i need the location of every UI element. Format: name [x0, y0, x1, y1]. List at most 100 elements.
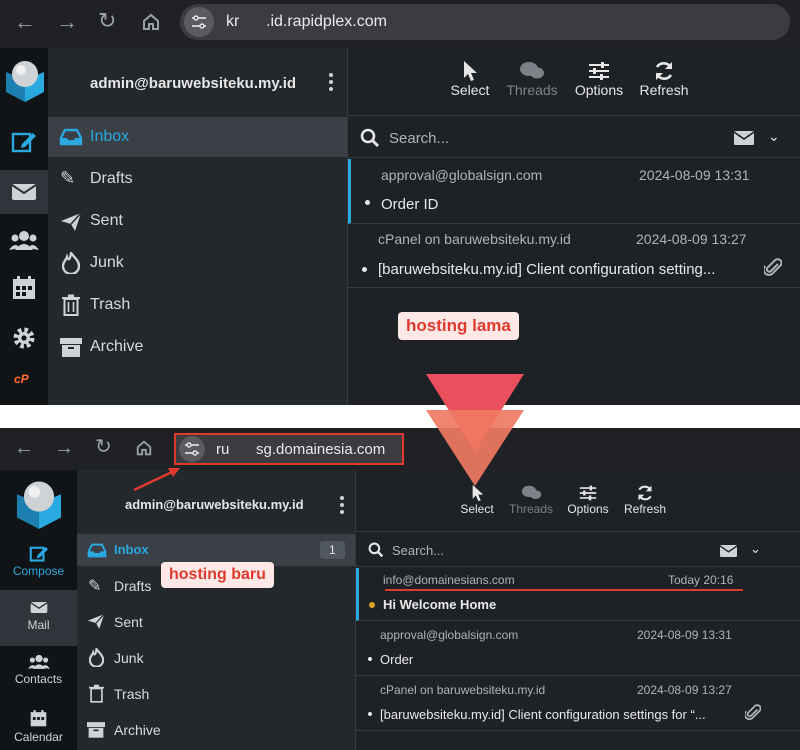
message-sender: cPanel on baruwebsiteku.my.id — [378, 231, 571, 247]
message-date: Today 20:16 — [668, 573, 734, 587]
folder-junk[interactable]: Junk — [48, 243, 347, 283]
message-date: 2024-08-09 13:27 — [637, 683, 732, 697]
address-bar[interactable]: ru sg.domainesia.com — [174, 433, 404, 465]
folder-inbox[interactable]: Inbox — [48, 117, 347, 157]
address-bar[interactable]: kr .id.rapidplex.com — [180, 4, 790, 40]
folder-junk[interactable]: Junk — [77, 642, 355, 674]
home-icon[interactable] — [141, 12, 161, 32]
folder-label: Junk — [114, 650, 144, 666]
search-icon — [368, 542, 384, 558]
folder-trash[interactable]: Trash — [48, 285, 347, 325]
account-email: admin@baruwebsiteku.my.id — [125, 497, 304, 512]
mail-nav[interactable]: Mail — [0, 590, 77, 646]
compose-nav[interactable]: Compose — [0, 542, 77, 590]
back-arrow-icon[interactable]: ← — [14, 11, 36, 33]
fire-icon — [62, 252, 80, 274]
unread-dot — [365, 200, 370, 205]
rail-label: Contacts — [14, 672, 63, 686]
folder-sidebar: admin@baruwebsiteku.my.id Inbox 1 ✎ Draf… — [77, 470, 356, 750]
options-button[interactable]: Options — [562, 484, 614, 516]
folder-sidebar: admin@baruwebsiteku.my.id Inbox ✎ Drafts… — [48, 48, 348, 405]
folder-label: Sent — [90, 212, 123, 229]
message-row[interactable]: cPanel on baruwebsiteku.my.id 2024-08-09… — [356, 677, 800, 731]
roundcube-logo — [6, 61, 44, 102]
url-prefix: ru — [216, 441, 230, 458]
folder-label: Archive — [114, 722, 161, 738]
folder-label: Sent — [114, 614, 143, 630]
message-row[interactable]: approval@globalsign.com 2024-08-09 13:31… — [356, 622, 800, 676]
search-bar: Search... ⌄ — [356, 533, 800, 567]
site-settings-icon[interactable] — [184, 7, 214, 37]
message-date: 2024-08-09 13:27 — [636, 231, 747, 247]
message-row[interactable]: cPanel on baruwebsiteku.my.id 2024-08-09… — [348, 225, 800, 288]
select-button[interactable]: Select — [454, 484, 500, 516]
hosting-baru-label: hosting baru — [161, 562, 274, 588]
folder-sent[interactable]: Sent — [48, 201, 347, 241]
trash-icon — [89, 684, 104, 703]
folder-label: Drafts — [90, 170, 133, 187]
folder-label: Trash — [114, 686, 150, 702]
toolbar-label: Refresh — [623, 502, 667, 516]
calendar-icon[interactable] — [12, 276, 36, 300]
folder-label: Junk — [90, 254, 124, 271]
select-button[interactable]: Select — [444, 60, 496, 98]
mail-nav[interactable] — [0, 170, 48, 214]
folder-label: Drafts — [114, 578, 152, 594]
reload-icon[interactable]: ↻ — [95, 437, 112, 457]
options-button[interactable]: Options — [570, 60, 628, 98]
chevron-down-icon[interactable]: ⌄ — [750, 541, 761, 557]
account-menu-icon[interactable] — [340, 496, 344, 517]
calendar-icon — [30, 710, 47, 727]
message-sender: approval@globalsign.com — [381, 167, 543, 183]
reload-icon[interactable]: ↻ — [98, 10, 116, 32]
home-icon[interactable] — [135, 439, 153, 457]
envelope-icon[interactable] — [734, 131, 754, 145]
account-menu-icon[interactable] — [329, 73, 333, 94]
inbox-icon — [59, 128, 83, 146]
toolbar-label: Select — [460, 502, 494, 516]
back-arrow-icon[interactable]: ← — [14, 438, 34, 458]
paperclip-icon — [764, 258, 782, 276]
mail-icon — [11, 184, 37, 200]
search-icon — [360, 128, 380, 148]
cursor-arrow-icon — [464, 61, 477, 81]
forward-arrow-icon[interactable]: → — [54, 438, 74, 458]
compose-nav[interactable] — [0, 120, 48, 162]
toolbar-label: Threads — [508, 502, 554, 516]
folder-drafts[interactable]: ✎ Drafts — [48, 159, 347, 199]
message-sender: approval@globalsign.com — [380, 628, 519, 642]
chevron-down-icon[interactable]: ⌄ — [768, 128, 780, 145]
contacts-nav[interactable]: Contacts — [0, 654, 77, 702]
message-row[interactable]: info@domainesians.com Today 20:16 Hi Wel… — [356, 568, 800, 621]
calendar-nav[interactable]: Calendar — [0, 710, 77, 750]
bottom-screenshot: ← → ↻ ru sg.domainesia.com Compose Mail … — [0, 428, 800, 750]
cpanel-logo[interactable]: cP — [14, 372, 29, 386]
folder-label: Inbox — [90, 128, 130, 145]
folder-archive[interactable]: Archive — [77, 714, 355, 746]
contacts-icon[interactable] — [9, 230, 39, 250]
toolbar-label: Select — [450, 82, 490, 98]
archive-box-icon — [87, 722, 105, 738]
compose-icon — [11, 132, 36, 153]
message-row[interactable]: approval@globalsign.com 2024-08-09 13:31… — [348, 159, 800, 224]
envelope-icon[interactable] — [720, 545, 737, 557]
rail-label: Calendar — [14, 730, 63, 744]
message-list-pane: Select Threads Options Refresh Search...… — [348, 48, 800, 405]
contacts-icon — [27, 654, 50, 669]
speech-bubbles-icon — [520, 62, 544, 79]
settings-gear-icon[interactable] — [12, 326, 36, 350]
message-date: 2024-08-09 13:31 — [637, 628, 732, 642]
forward-arrow-icon[interactable]: → — [56, 11, 78, 33]
refresh-button[interactable]: Refresh — [618, 484, 672, 516]
folder-archive[interactable]: Archive — [48, 327, 347, 367]
site-settings-icon[interactable] — [179, 436, 205, 462]
folder-trash[interactable]: Trash — [77, 678, 355, 710]
refresh-button[interactable]: Refresh — [634, 60, 694, 98]
url-prefix: kr — [226, 13, 240, 30]
search-input[interactable]: Search... — [389, 130, 449, 147]
threads-button[interactable]: Threads — [502, 60, 562, 98]
message-toolbar: Select Threads Options Refresh — [348, 48, 800, 116]
threads-button[interactable]: Threads — [504, 484, 558, 516]
search-input[interactable]: Search... — [392, 543, 444, 558]
folder-sent[interactable]: Sent — [77, 606, 355, 638]
